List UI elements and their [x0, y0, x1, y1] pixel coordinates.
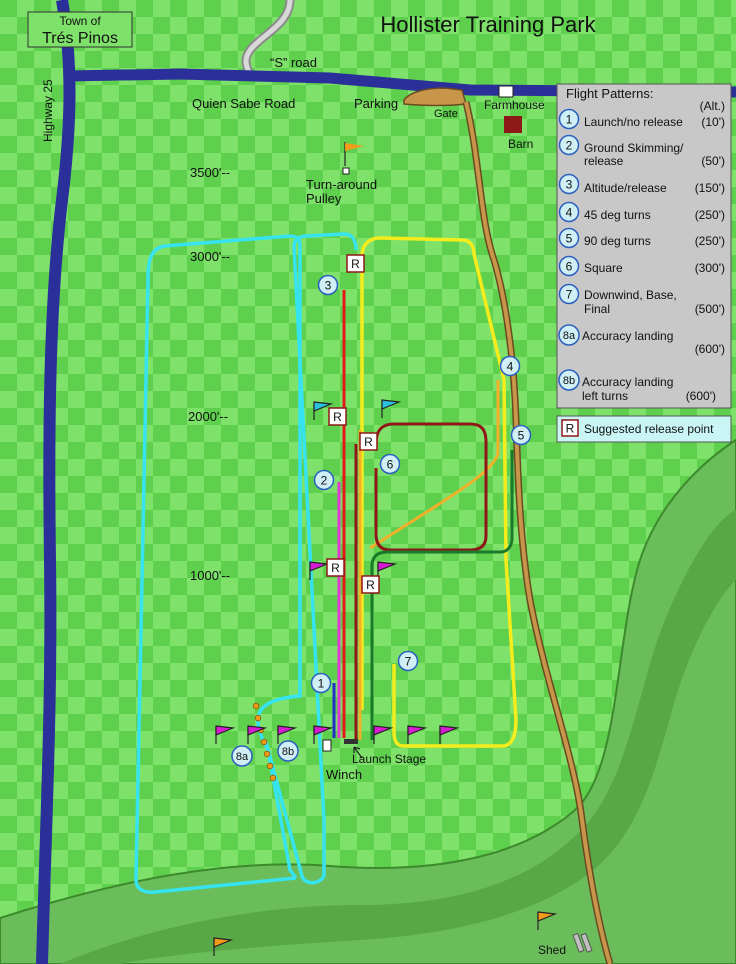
svg-text:8a: 8a [563, 330, 576, 342]
svg-text:Accuracy landing: Accuracy landing [582, 375, 673, 389]
map-title: Hollister Training Park [380, 12, 596, 37]
svg-text:R: R [351, 257, 360, 271]
pulley-icon [342, 167, 350, 175]
svg-text:Launch/no release: Launch/no release [584, 115, 683, 129]
svg-text:(600'): (600') [686, 389, 716, 403]
svg-text:4: 4 [566, 206, 573, 220]
map-circle-3: 3 [317, 274, 339, 296]
release-marker-2: R [328, 407, 347, 426]
quien-sabe-label: Quien Sabe Road [192, 96, 295, 111]
shed-label: Shed [538, 943, 566, 957]
barn-icon [504, 116, 522, 133]
svg-text:6: 6 [566, 260, 573, 274]
flight-patterns-legend: Flight Patterns: (Alt.) 1 Launch/no rele… [556, 83, 732, 409]
release-marker-4: R [326, 558, 345, 577]
release-marker-1: R [346, 254, 365, 273]
svg-text:(10'): (10') [701, 115, 725, 129]
svg-text:3: 3 [325, 279, 332, 293]
gate-label: Gate [434, 108, 458, 120]
release-point-legend: R Suggested release point [556, 415, 732, 443]
svg-text:Final: Final [584, 302, 610, 316]
svg-text:90 deg turns: 90 deg turns [584, 234, 651, 248]
map-circle-7: 7 [397, 650, 419, 672]
svg-text:5: 5 [518, 429, 525, 443]
svg-text:R: R [366, 578, 375, 592]
svg-text:(250'): (250') [695, 208, 725, 222]
launch-stage-label: Launch Stage [352, 752, 426, 766]
svg-text:1: 1 [318, 677, 325, 691]
launch-stage-icon [344, 739, 358, 744]
svg-text:1: 1 [566, 113, 573, 127]
pulley-line2: Pulley [306, 191, 342, 206]
svg-text:8a: 8a [236, 751, 249, 763]
svg-text:R: R [333, 410, 342, 424]
svg-text:45 deg turns: 45 deg turns [584, 208, 651, 222]
map-circle-2: 2 [313, 469, 335, 491]
winch-icon [322, 739, 332, 752]
svg-text:left turns: left turns [582, 389, 628, 403]
svg-text:Altitude/release: Altitude/release [584, 181, 667, 195]
svg-text:8b: 8b [563, 375, 575, 387]
map-circle-4: 4 [499, 355, 521, 377]
svg-text:R: R [364, 435, 373, 449]
svg-text:(300'): (300') [695, 261, 725, 275]
training-park-map: Hollister Training Park Town of Trés Pin… [0, 0, 736, 964]
map-circle-1: 1 [310, 672, 332, 694]
map-circle-8b: 8b [277, 740, 299, 762]
svg-text:4: 4 [507, 360, 514, 374]
svg-text:7: 7 [405, 655, 412, 669]
svg-text:R: R [331, 561, 340, 575]
svg-text:2: 2 [321, 474, 328, 488]
svg-text:7: 7 [566, 288, 573, 302]
svg-text:Accuracy landing: Accuracy landing [582, 329, 673, 343]
release-marker-3: R [359, 432, 378, 451]
barn-label: Barn [508, 137, 533, 151]
s-road-label: “S” road [270, 55, 317, 70]
svg-text:5: 5 [566, 232, 573, 246]
farmhouse-label: Farmhouse [484, 98, 545, 112]
svg-text:(50'): (50') [701, 154, 725, 168]
altitude-3500: 3500'-- [190, 165, 230, 180]
altitude-1000: 1000'-- [190, 568, 230, 583]
svg-text:6: 6 [387, 458, 394, 472]
legend-title: Flight Patterns: [566, 86, 653, 101]
svg-text:Square: Square [584, 261, 623, 275]
svg-text:8b: 8b [282, 746, 294, 758]
svg-text:2: 2 [566, 139, 573, 153]
svg-text:R: R [566, 422, 575, 436]
parking-label: Parking [354, 96, 398, 111]
town-label: Town of Trés Pinos [27, 11, 133, 48]
pulley-line1: Turn-around [306, 177, 377, 192]
svg-text:3: 3 [566, 178, 573, 192]
highway-label: Highway 25 [41, 79, 55, 142]
release-legend-label: Suggested release point [584, 422, 714, 436]
farmhouse-icon [498, 85, 514, 98]
svg-text:release: release [584, 154, 624, 168]
release-marker-5: R [361, 575, 380, 594]
map-circle-8a: 8a [231, 745, 253, 767]
legend-alt-header: (Alt.) [700, 99, 725, 113]
svg-text:(250'): (250') [695, 234, 725, 248]
altitude-3000: 3000'-- [190, 249, 230, 264]
winch-label: Winch [326, 767, 362, 782]
altitude-2000: 2000'-- [188, 409, 228, 424]
town-line2: Trés Pinos [42, 30, 118, 47]
map-circle-5: 5 [510, 424, 532, 446]
svg-text:Downwind, Base,: Downwind, Base, [584, 288, 677, 302]
map-circle-6: 6 [379, 453, 401, 475]
svg-text:Ground Skimming/: Ground Skimming/ [584, 141, 684, 155]
town-line1: Town of [59, 14, 101, 28]
svg-text:(600'): (600') [695, 342, 725, 356]
svg-text:(150'): (150') [695, 181, 725, 195]
svg-text:(500'): (500') [695, 302, 725, 316]
